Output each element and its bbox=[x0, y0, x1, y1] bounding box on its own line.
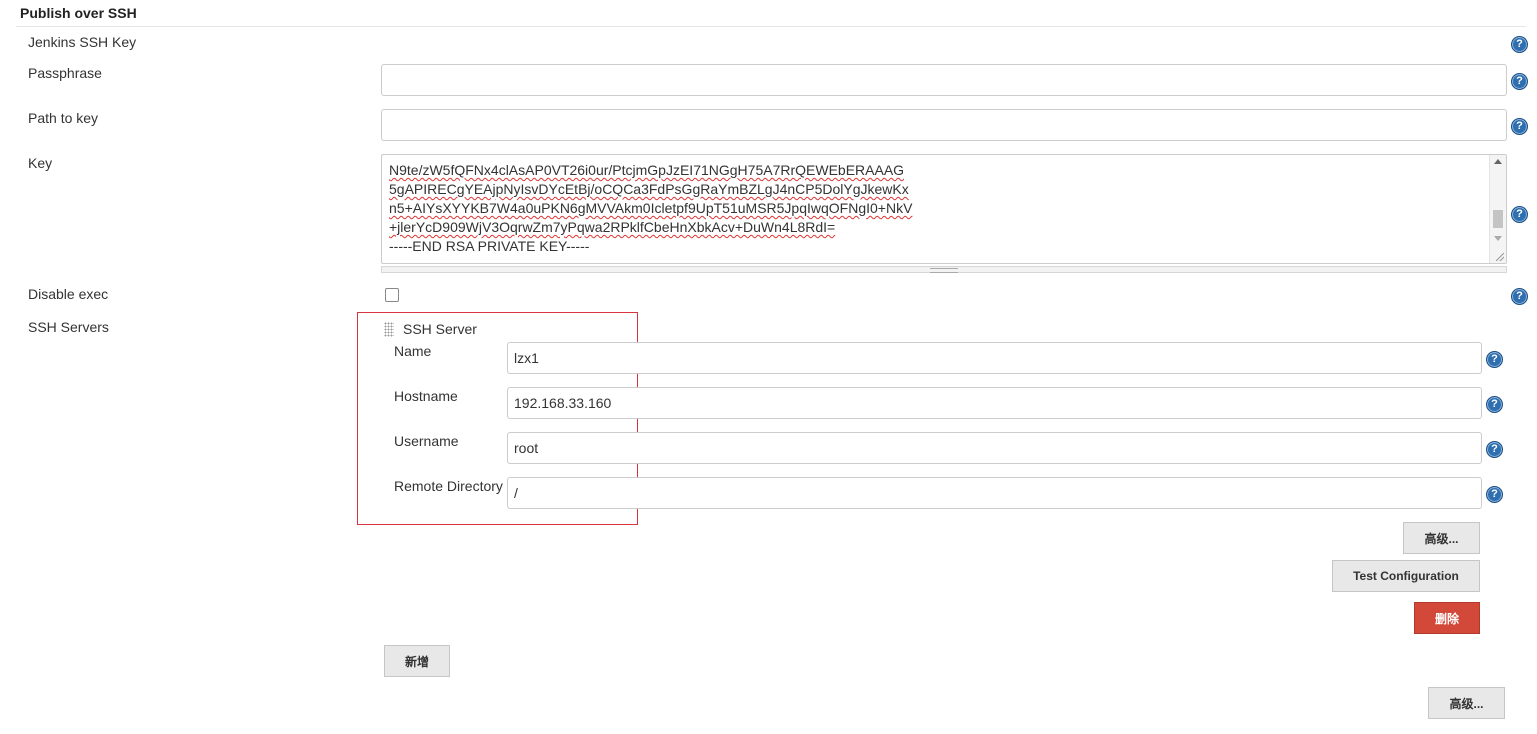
key-line-5: -----END RSA PRIVATE KEY----- bbox=[389, 238, 590, 254]
server-advanced-button[interactable]: 高级... bbox=[1403, 522, 1480, 554]
add-server-button[interactable]: 新增 bbox=[384, 645, 450, 677]
resize-grip-icon[interactable] bbox=[1496, 253, 1504, 261]
key-line-4: +jlerYcD909WjV3OqrwZm7yPqwa2RPklfCbeHnXb… bbox=[389, 219, 836, 235]
help-icon-key[interactable]: ? bbox=[1511, 206, 1528, 223]
username-label: Username bbox=[394, 433, 459, 449]
key-line-2: 5gAPIRECgYEAjpNyIsvDYcEtBj/oCQCa3FdPsGgR… bbox=[389, 181, 909, 197]
key-textarea[interactable]: N9te/zW5fQFNx4clAsAP0VT26i0ur/PtcjmGpJzE… bbox=[381, 154, 1507, 264]
section-divider bbox=[16, 26, 1526, 27]
key-label: Key bbox=[28, 155, 53, 171]
key-line-3: n5+AIYsXYYKB7W4a0uPKN6gMVVAkm0Icletpf9Up… bbox=[389, 200, 913, 216]
server-name-input[interactable] bbox=[507, 342, 1482, 374]
server-name-label: Name bbox=[394, 343, 432, 359]
hostname-input[interactable] bbox=[507, 387, 1482, 419]
help-icon-remote-directory[interactable]: ? bbox=[1486, 486, 1503, 503]
help-icon-passphrase[interactable]: ? bbox=[1511, 73, 1528, 90]
passphrase-label: Passphrase bbox=[28, 65, 102, 81]
scroll-thumb[interactable] bbox=[1493, 210, 1503, 228]
drag-handle-icon bbox=[930, 268, 958, 273]
ssh-server-header: SSH Server bbox=[403, 321, 477, 337]
test-configuration-button[interactable]: Test Configuration bbox=[1332, 560, 1480, 592]
help-icon-hostname[interactable]: ? bbox=[1486, 396, 1503, 413]
remote-directory-label: Remote Directory bbox=[394, 478, 503, 494]
scroll-down-arrow-icon[interactable] bbox=[1494, 236, 1502, 241]
delete-server-button[interactable]: 删除 bbox=[1414, 602, 1480, 634]
remote-directory-input[interactable] bbox=[507, 477, 1482, 509]
passphrase-input[interactable] bbox=[381, 64, 1507, 96]
advanced-button[interactable]: 高级... bbox=[1428, 687, 1505, 719]
scroll-up-arrow-icon[interactable] bbox=[1494, 159, 1502, 164]
help-icon-server-name[interactable]: ? bbox=[1486, 351, 1503, 368]
path-to-key-input[interactable] bbox=[381, 109, 1507, 141]
hostname-label: Hostname bbox=[394, 388, 458, 404]
drag-grip-icon[interactable] bbox=[384, 322, 394, 337]
section-title: Publish over SSH bbox=[20, 5, 137, 21]
username-input[interactable] bbox=[507, 432, 1482, 464]
path-to-key-label: Path to key bbox=[28, 110, 99, 126]
ssh-servers-label: SSH Servers bbox=[28, 319, 109, 335]
help-icon-disable-exec[interactable]: ? bbox=[1511, 288, 1528, 305]
help-icon-path-to-key[interactable]: ? bbox=[1511, 118, 1528, 135]
jenkins-ssh-key-label: Jenkins SSH Key bbox=[28, 34, 137, 50]
help-icon-username[interactable]: ? bbox=[1486, 441, 1503, 458]
help-icon-jenkins-ssh-key[interactable]: ? bbox=[1511, 36, 1528, 53]
key-line-1: N9te/zW5fQFNx4clAsAP0VT26i0ur/PtcjmGpJzE… bbox=[389, 162, 905, 178]
disable-exec-checkbox[interactable] bbox=[385, 288, 399, 302]
disable-exec-label: Disable exec bbox=[28, 286, 109, 302]
key-scrollbar[interactable] bbox=[1489, 155, 1506, 263]
